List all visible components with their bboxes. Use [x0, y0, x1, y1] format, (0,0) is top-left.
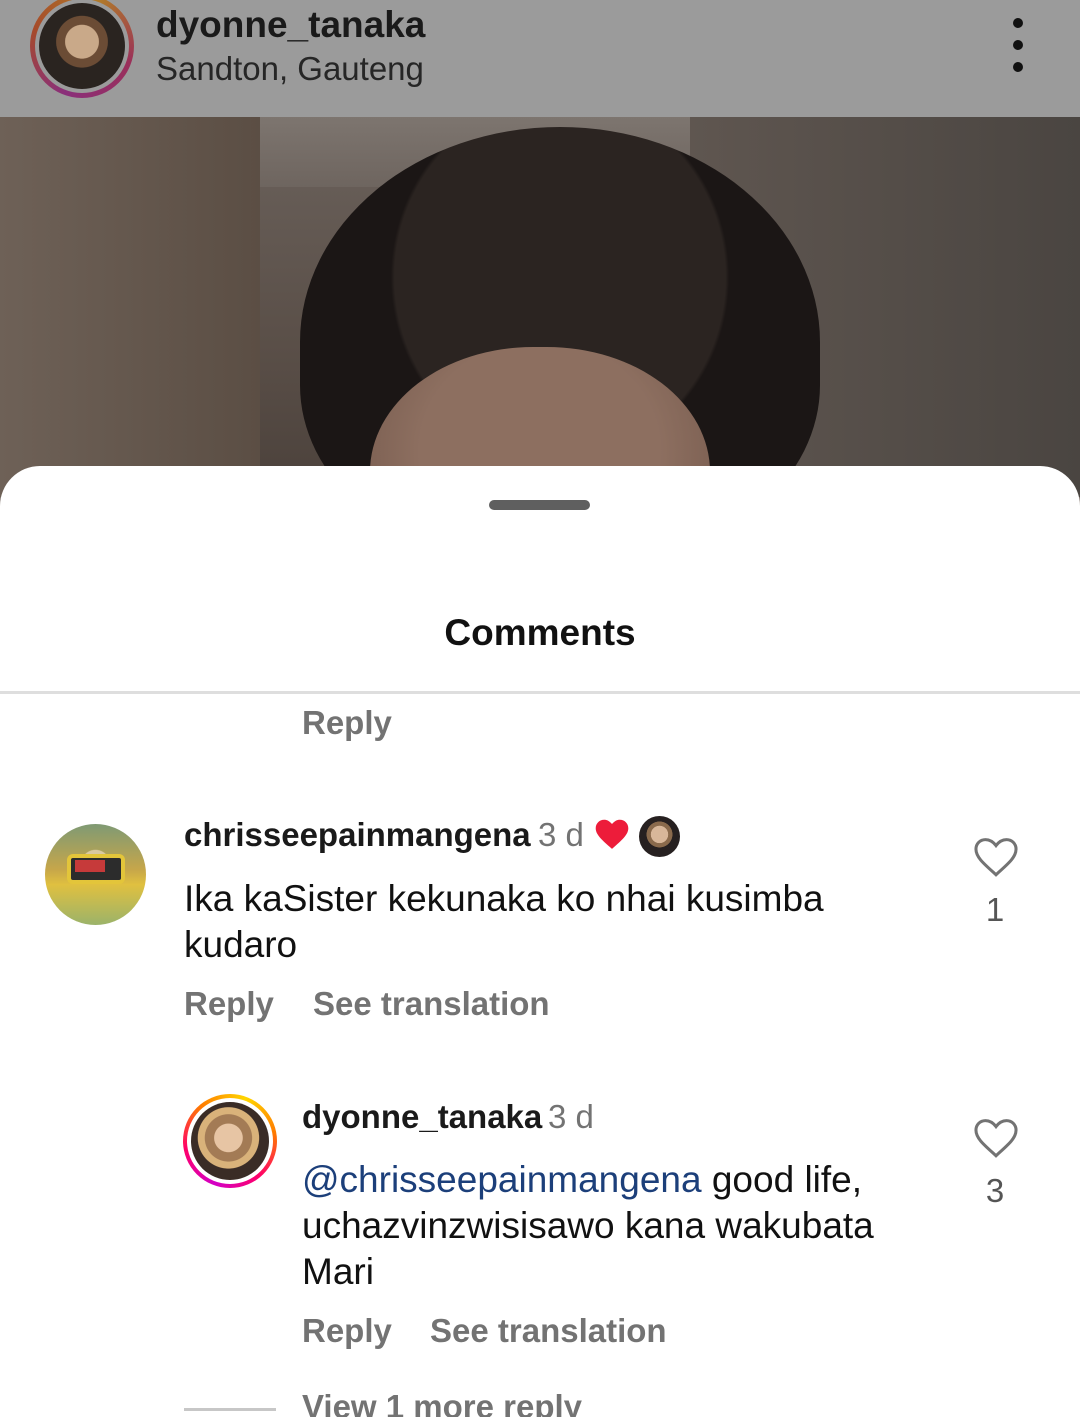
- drag-handle[interactable]: [489, 500, 590, 510]
- post-author-avatar[interactable]: [30, 0, 134, 98]
- post-location[interactable]: Sandton, Gauteng: [156, 50, 424, 88]
- author-avatar-mini: [639, 816, 680, 857]
- previous-comment-reply-button[interactable]: Reply: [302, 704, 392, 742]
- view-more-replies-button[interactable]: View 1 more reply: [302, 1388, 582, 1417]
- post-photo: [0, 117, 1080, 497]
- comments-sheet: Comments Reply chrisseepainmangena 3 d I…: [0, 466, 1080, 1417]
- reply-button[interactable]: Reply: [184, 985, 274, 1023]
- comment-text: Ika kaSister kekunaka ko nhai kusimba ku…: [184, 878, 824, 965]
- avatar[interactable]: [183, 1094, 277, 1188]
- screen: dyonne_tanaka Sandton, Gauteng Comments …: [0, 0, 1080, 1417]
- reply-button[interactable]: Reply: [302, 1312, 392, 1350]
- post-header: dyonne_tanaka Sandton, Gauteng: [0, 0, 1080, 117]
- like-count: 3: [985, 1172, 1005, 1209]
- heart-icon[interactable]: [973, 836, 1019, 878]
- comment-time: 3 d: [538, 816, 584, 853]
- heart-icon[interactable]: [973, 1117, 1019, 1159]
- comment-text: @chrisseepainmangena good life, uchazvin…: [302, 1157, 942, 1295]
- comment-username[interactable]: chrisseepainmangena: [184, 816, 531, 854]
- divider: [0, 691, 1080, 694]
- vertical-ellipsis-icon[interactable]: [998, 18, 1038, 72]
- sheet-title: Comments: [444, 612, 636, 653]
- comment-time: 3 d: [548, 1098, 594, 1135]
- mention-link[interactable]: @chrisseepainmangena: [302, 1159, 702, 1200]
- divider: [184, 1408, 276, 1411]
- comment-username[interactable]: dyonne_tanaka: [302, 1098, 542, 1136]
- post-author-username[interactable]: dyonne_tanaka: [156, 4, 425, 46]
- author-liked-heart-icon: [595, 819, 629, 849]
- avatar[interactable]: [45, 824, 146, 925]
- see-translation-button[interactable]: See translation: [313, 985, 550, 1023]
- like-count: 1: [985, 891, 1005, 928]
- see-translation-button[interactable]: See translation: [430, 1312, 667, 1350]
